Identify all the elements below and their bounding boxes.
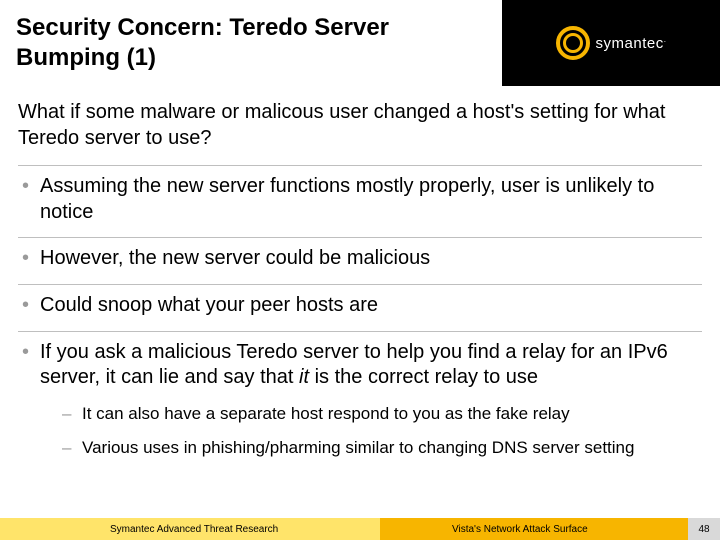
- list-item: If you ask a malicious Teredo server to …: [18, 340, 702, 459]
- brand-name: symantec.: [596, 35, 667, 52]
- list-item: Could snoop what your peer hosts are: [18, 293, 702, 319]
- bullet-list: Assuming the new server functions mostly…: [18, 174, 702, 225]
- bullet-list: Could snoop what your peer hosts are: [18, 293, 702, 319]
- slide-body: What if some malware or malicous user ch…: [0, 86, 720, 459]
- sub-list-item: Various uses in phishing/pharming simila…: [40, 437, 702, 459]
- symantec-logo-icon: [556, 26, 590, 60]
- list-item: Assuming the new server functions mostly…: [18, 174, 702, 225]
- divider: [18, 165, 702, 166]
- brand-logo-area: symantec.: [502, 0, 720, 86]
- sub-list-item: It can also have a separate host respond…: [40, 403, 702, 425]
- list-item: However, the new server could be malicio…: [18, 246, 702, 272]
- footer-left: Symantec Advanced Threat Research: [0, 518, 380, 540]
- slide-footer: Symantec Advanced Threat Research Vista'…: [0, 518, 720, 540]
- title-zone: Security Concern: Teredo Server Bumping …: [0, 0, 502, 86]
- sub-list: It can also have a separate host respond…: [40, 403, 702, 459]
- footer-right: Vista's Network Attack Surface: [380, 518, 688, 540]
- intro-question: What if some malware or malicous user ch…: [18, 100, 702, 151]
- slide-title: Security Concern: Teredo Server Bumping …: [16, 13, 492, 73]
- divider: [18, 331, 702, 332]
- page-number: 48: [688, 518, 720, 540]
- divider: [18, 237, 702, 238]
- slide-header: Security Concern: Teredo Server Bumping …: [0, 0, 720, 86]
- divider: [18, 284, 702, 285]
- bullet-list: If you ask a malicious Teredo server to …: [18, 340, 702, 459]
- bullet-list: However, the new server could be malicio…: [18, 246, 702, 272]
